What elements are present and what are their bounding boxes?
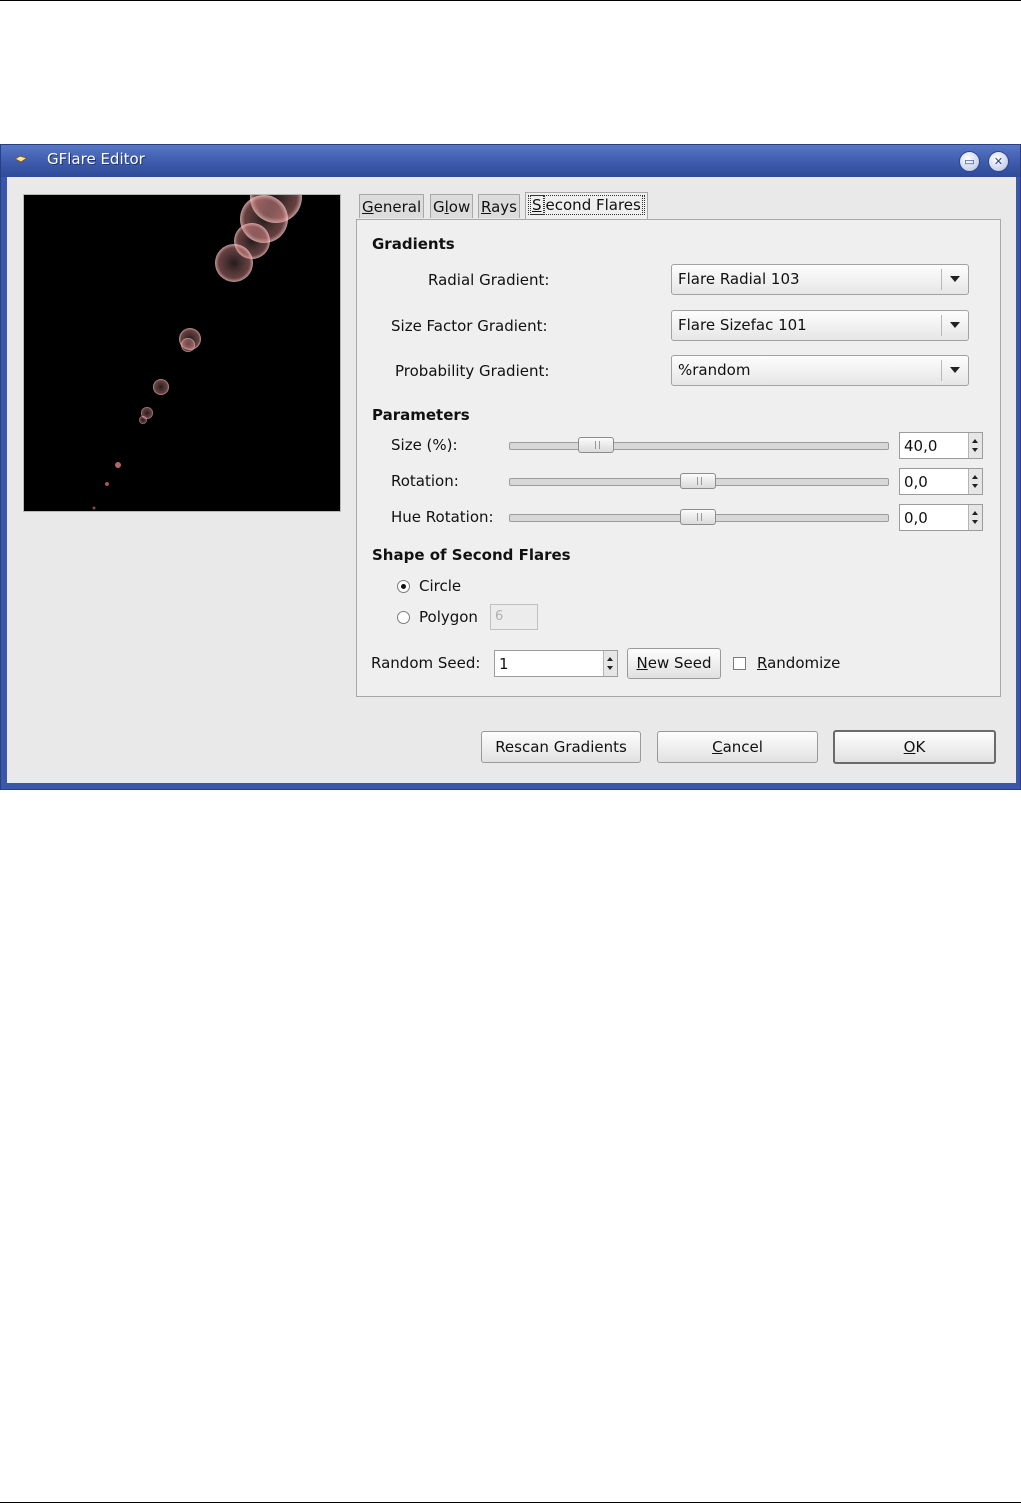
tab-rays[interactable]: Rays	[478, 194, 520, 218]
hue-rotation-label: Hue Rotation:	[391, 508, 494, 526]
flare-circle	[92, 506, 96, 510]
size-factor-gradient-select[interactable]: Flare Sizefac 101	[671, 310, 969, 341]
close-icon[interactable]: ✕	[988, 151, 1009, 172]
rescan-gradients-button[interactable]: Rescan Gradients	[481, 731, 641, 763]
flare-circle	[153, 379, 169, 395]
tab-second-flares[interactable]: Second Flares	[525, 192, 648, 220]
flare-circle	[181, 338, 195, 352]
title-bar[interactable]: GFlare Editor ▭ ✕	[1, 145, 1020, 177]
spin-up-icon	[972, 511, 978, 515]
probability-gradient-select[interactable]: %random	[671, 355, 969, 386]
window-title: GFlare Editor	[47, 150, 145, 168]
maximize-icon[interactable]: ▭	[959, 151, 980, 172]
flare-circle	[115, 462, 121, 468]
cancel-button[interactable]: Cancel	[657, 731, 818, 763]
circle-label[interactable]: Circle	[419, 577, 461, 595]
random-seed-spinbox[interactable]: 1	[494, 650, 618, 677]
hue-rotation-spinbox[interactable]: 0,0	[899, 504, 983, 531]
flare-circle	[215, 244, 253, 282]
spin-down-icon	[972, 448, 978, 452]
page-bottom-rule	[0, 1502, 1021, 1503]
rotation-slider-handle[interactable]	[680, 473, 716, 489]
page-top-rule	[0, 0, 1021, 1]
ok-button[interactable]: OK	[833, 730, 996, 764]
random-seed-label: Random Seed:	[371, 654, 481, 672]
spin-down-icon	[972, 484, 978, 488]
window-frame-left	[1, 177, 7, 789]
randomize-checkbox[interactable]	[733, 657, 746, 670]
gradients-heading: Gradients	[372, 235, 455, 253]
size-label: Size (%):	[391, 436, 458, 454]
circle-radio[interactable]	[397, 580, 410, 593]
spin-down-icon	[607, 666, 613, 670]
tab-glow[interactable]: Glow	[430, 194, 474, 218]
tab-general[interactable]: General	[359, 194, 425, 218]
randomize-label[interactable]: Randomize	[757, 654, 840, 672]
rotation-value: 0,0	[904, 473, 928, 491]
spin-down-icon	[972, 520, 978, 524]
random-seed-value: 1	[499, 655, 509, 673]
polygon-sides-field: 6	[490, 604, 538, 630]
polygon-radio[interactable]	[397, 611, 410, 624]
app-icon	[14, 155, 28, 163]
probability-gradient-value: %random	[678, 361, 751, 379]
parameters-heading: Parameters	[372, 406, 470, 424]
spin-up-icon	[607, 657, 613, 661]
flare-circle	[105, 482, 109, 486]
size-factor-gradient-label: Size Factor Gradient:	[391, 317, 548, 335]
shape-heading: Shape of Second Flares	[372, 546, 571, 564]
dropdown-arrow-icon	[950, 367, 960, 373]
flare-circle	[139, 416, 147, 424]
hue-rotation-slider-handle[interactable]	[680, 509, 716, 525]
flare-preview	[23, 171, 341, 512]
size-factor-gradient-value: Flare Sizefac 101	[678, 316, 807, 334]
size-slider-handle[interactable]	[578, 437, 614, 453]
hue-rotation-value: 0,0	[904, 509, 928, 527]
window-frame-right	[1016, 177, 1020, 789]
radio-selected-dot	[401, 584, 406, 589]
size-value: 40,0	[904, 437, 938, 455]
dropdown-arrow-icon	[950, 322, 960, 328]
rotation-label: Rotation:	[391, 472, 459, 490]
size-slider[interactable]	[509, 442, 889, 450]
flare-preview-image	[92, 171, 302, 510]
radial-gradient-label: Radial Gradient:	[428, 271, 550, 289]
new-seed-button[interactable]: New Seed	[627, 648, 721, 679]
gflare-editor-window: GFlare Editor ▭ ✕ General Glow Rays S ec…	[0, 144, 1021, 790]
radial-gradient-value: Flare Radial 103	[678, 270, 800, 288]
window-frame-bottom	[1, 783, 1020, 789]
spin-up-icon	[972, 475, 978, 479]
rotation-spinbox[interactable]: 0,0	[899, 468, 983, 495]
probability-gradient-label: Probability Gradient:	[395, 362, 550, 380]
size-spinbox[interactable]: 40,0	[899, 432, 983, 459]
spin-up-icon	[972, 439, 978, 443]
polygon-label[interactable]: Polygon	[419, 608, 478, 626]
dropdown-arrow-icon	[950, 276, 960, 282]
radial-gradient-select[interactable]: Flare Radial 103	[671, 264, 969, 295]
